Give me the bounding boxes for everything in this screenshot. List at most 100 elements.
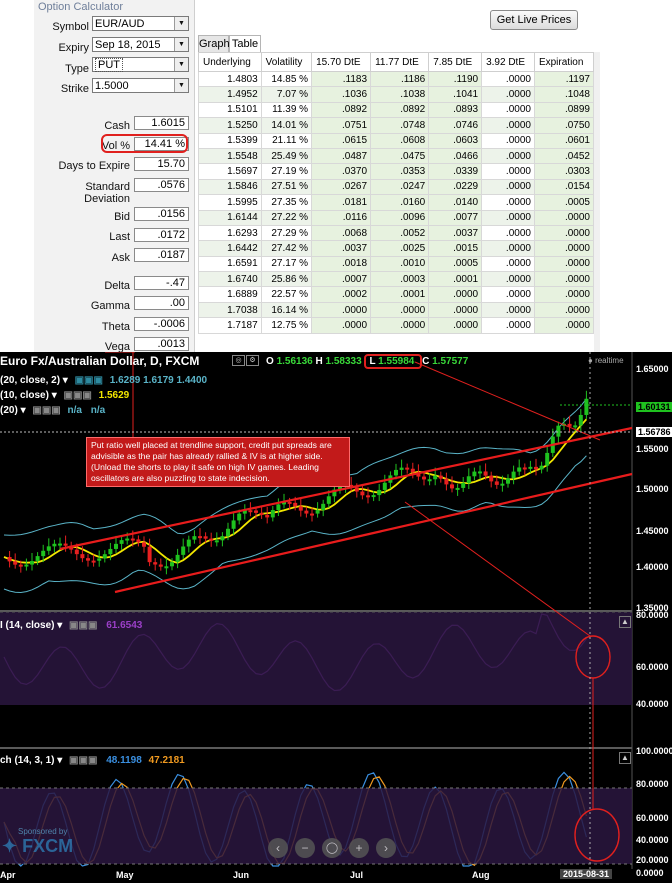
table-header-cell[interactable]: Underlying <box>198 52 262 72</box>
table-cell: 27.42 % <box>260 240 313 257</box>
ohlc-l-label: L <box>369 356 376 367</box>
table-row[interactable]: 1.5250 14.01 % .0751.0748.0746.0000.0750 <box>198 117 595 134</box>
price-axis-label: 1.55000 <box>636 444 669 454</box>
tab-graph[interactable]: Graph <box>198 35 230 52</box>
scroll-left-icon[interactable]: ‹ <box>268 838 288 858</box>
price-axis-label: 1.50000 <box>636 484 669 494</box>
scroll-right-icon[interactable]: › <box>376 838 396 858</box>
pane-maximize-icon[interactable]: ▲ <box>619 616 631 628</box>
table-row[interactable]: 1.5995 27.35 % .0181.0160.0140.0000.0005 <box>198 194 595 211</box>
table-row[interactable]: 1.7038 16.14 % .0000.0000.0000.0000.0000 <box>198 301 595 319</box>
table-header-cell[interactable]: 15.70 DtE <box>311 52 372 72</box>
candle-body <box>198 536 202 539</box>
reset-zoom-icon[interactable]: ◯ <box>322 838 342 858</box>
table-cell: 1.4952 <box>198 86 262 103</box>
last-field[interactable]: .0172 <box>134 228 189 242</box>
table-cell: .0000 <box>481 101 535 119</box>
table-header-cell[interactable]: Volatility <box>260 52 313 72</box>
cash-field[interactable]: 1.6015 <box>134 116 189 130</box>
tab-table[interactable]: Table <box>229 35 261 52</box>
table-row[interactable]: 1.6144 27.22 % .0116.0096.0077.0000.0000 <box>198 209 595 226</box>
table-row[interactable]: 1.5846 27.51 % .0267.0247.0229.0000.0154 <box>198 178 595 196</box>
stoch-k-value: 48.1198 <box>106 755 142 766</box>
symbol-select[interactable]: EUR/AUD ▼ <box>92 16 189 31</box>
candle-body <box>214 540 219 543</box>
stoch-label: ch (14, 3, 1) <box>0 755 55 766</box>
days-to-expire-field[interactable]: 15.70 <box>134 157 189 171</box>
table-row[interactable]: 1.4803 14.85 % .1183.1186.1190.0000.1197 <box>198 70 595 88</box>
chevron-down-icon[interactable]: ▼ <box>174 58 188 71</box>
zoom-out-icon[interactable]: − <box>295 838 315 858</box>
theta-field[interactable]: -.0006 <box>134 317 189 331</box>
candle-body <box>534 466 538 470</box>
chevron-down-icon[interactable]: ▼ <box>174 79 188 92</box>
table-row[interactable]: 1.6591 27.17 % .0018.0010.0005.0000.0000 <box>198 255 595 273</box>
zoom-in-icon[interactable]: + <box>349 838 369 858</box>
candle-body <box>192 536 197 540</box>
table-row[interactable]: 1.5697 27.19 % .0370.0353.0339.0000.0303 <box>198 163 595 180</box>
table-row[interactable]: 1.6442 27.42 % .0037.0025.0015.0000.0000 <box>198 240 595 257</box>
table-cell: 1.7187 <box>198 317 262 334</box>
bid-field[interactable]: .0156 <box>134 207 189 221</box>
candle-body <box>259 512 264 515</box>
table-row[interactable]: 1.4952 7.07 % .1036.1038.1041.0000.1048 <box>198 86 595 103</box>
chart-canvas[interactable] <box>0 352 672 883</box>
table-cell: .0000 <box>533 271 595 288</box>
ma-value: 1.5629 <box>98 390 130 401</box>
table-row[interactable]: 1.7187 12.75 % .0000.0000.0000.0000.0000 <box>198 317 595 334</box>
x-axis-label-apr: Apr <box>0 870 16 880</box>
pane-maximize-icon[interactable]: ▲ <box>619 752 631 764</box>
table-row[interactable]: 1.6889 22.57 % .0002.0001.0000.0000.0000 <box>198 286 595 303</box>
table-cell: .0000 <box>481 224 535 242</box>
ask-field[interactable]: .0187 <box>134 248 189 262</box>
std-dev-field[interactable]: .0576 <box>134 178 189 192</box>
candle-body <box>265 514 270 518</box>
table-scrollbar[interactable] <box>594 52 600 352</box>
strike-value: 1.5000 <box>95 80 129 92</box>
bollinger-mid: 1.6179 <box>143 375 174 386</box>
candle-body <box>405 467 410 470</box>
delta-field[interactable]: -.47 <box>134 276 189 290</box>
table-cell: .0466 <box>428 147 483 165</box>
table-cell: 16.14 % <box>260 301 313 319</box>
table-row[interactable]: 1.6740 25.86 % .0007.0003.0001.0000.0000 <box>198 271 595 288</box>
strike-select[interactable]: 1.5000 ▼ <box>92 78 189 93</box>
table-header-cell[interactable]: Expiration <box>533 52 595 72</box>
gamma-field[interactable]: .00 <box>134 296 189 310</box>
table-row[interactable]: 1.6293 27.29 % .0068.0052.0037.0000.0000 <box>198 224 595 242</box>
candle-body <box>377 489 382 496</box>
table-row[interactable]: 1.5548 25.49 % .0487.0475.0466.0000.0452 <box>198 147 595 165</box>
delta-label: Delta <box>104 280 130 292</box>
pane-separator[interactable] <box>0 610 632 612</box>
table-cell: .0746 <box>428 117 483 134</box>
table-cell: 7.07 % <box>260 86 313 103</box>
settings-icon[interactable]: ⚙ <box>246 355 259 366</box>
chevron-down-icon[interactable]: ▼ <box>174 17 188 30</box>
table-cell: 1.5101 <box>198 101 262 119</box>
pane-separator[interactable] <box>0 747 632 749</box>
candle-body <box>170 562 174 567</box>
get-live-prices-button[interactable]: Get Live Prices <box>490 10 578 30</box>
table-row[interactable]: 1.5101 11.39 % .0892.0892.0893.0000.0899 <box>198 101 595 119</box>
candle-body <box>461 482 466 488</box>
candle-body <box>287 501 292 504</box>
table-cell: .0000 <box>481 240 535 257</box>
chevron-down-icon[interactable]: ▼ <box>174 38 188 51</box>
table-header-cell[interactable]: 3.92 DtE <box>481 52 535 72</box>
table-cell: 14.85 % <box>260 70 313 88</box>
eye-icon[interactable]: ◎ <box>232 355 245 366</box>
table-cell: .0068 <box>311 224 372 242</box>
candle-body <box>86 558 90 561</box>
table-header-cell[interactable]: 7.85 DtE <box>428 52 483 72</box>
candle-body <box>522 467 527 470</box>
type-select[interactable]: PUT ▼ <box>92 57 189 72</box>
candle-body <box>422 476 426 480</box>
expiry-select[interactable]: Sep 18, 2015 ▼ <box>92 37 189 52</box>
candle-body <box>248 510 253 513</box>
vega-field[interactable]: .0013 <box>134 337 189 351</box>
bid-label: Bid <box>114 211 130 223</box>
table-cell: .0000 <box>428 286 483 303</box>
table-header-cell[interactable]: 11.77 DtE <box>370 52 430 72</box>
option-table: Underlying Volatility 15.70 DtE 11.77 DtE 7.… <box>198 52 595 334</box>
table-row[interactable]: 1.5399 21.11 % .0615.0608.0603.0000.0601 <box>198 132 595 149</box>
